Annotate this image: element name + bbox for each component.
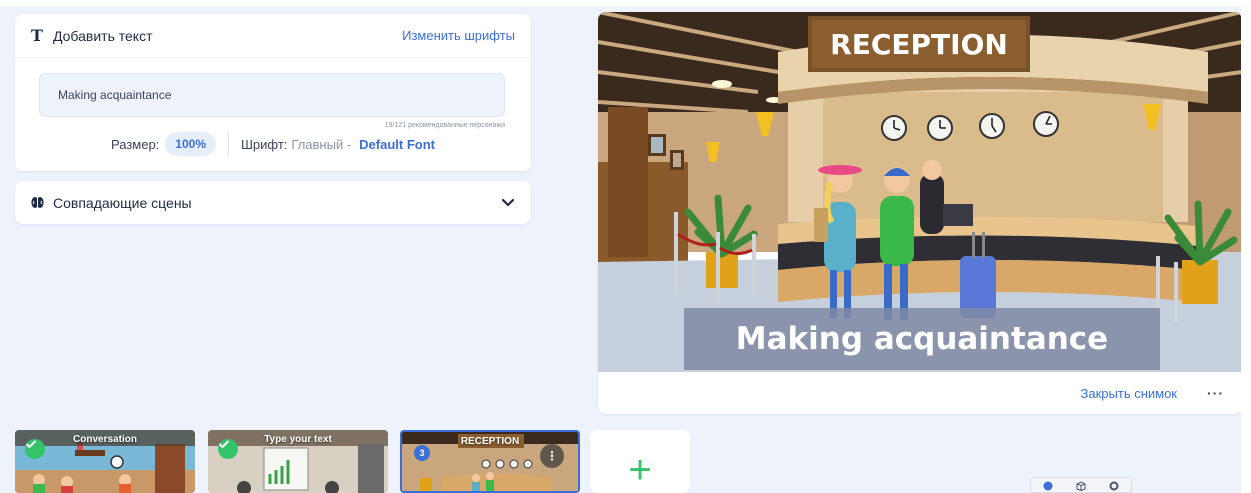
add-scene-button[interactable]: + bbox=[590, 430, 690, 493]
scene-thumbnail-2[interactable]: Type your text bbox=[208, 430, 388, 493]
text-icon: T bbox=[31, 26, 43, 45]
add-text-title: Добавить текст bbox=[53, 27, 153, 44]
add-text-panel: T Добавить текст Изменить шрифты 19/121 … bbox=[15, 14, 531, 171]
add-text-header: T Добавить текст Изменить шрифты bbox=[15, 14, 531, 58]
matching-scenes-panel[interactable]: Совпадающие сцены bbox=[15, 181, 531, 224]
scene-preview: RECEPTION Making acquaintance Закрыть сн… bbox=[598, 12, 1242, 414]
change-fonts-link[interactable]: Изменить шрифты bbox=[402, 28, 515, 43]
chevron-down-icon[interactable] bbox=[501, 198, 515, 207]
char-count: 19/121 рекомендованные персонажи bbox=[384, 122, 505, 129]
top-bar bbox=[0, 0, 1251, 6]
font-label: Шрифт: bbox=[241, 136, 288, 152]
brain-icon bbox=[31, 196, 53, 209]
check-icon bbox=[25, 439, 45, 459]
caption-text-input[interactable] bbox=[39, 73, 505, 117]
font-selector[interactable]: Default Font bbox=[359, 137, 435, 152]
thumbnail-menu-icon[interactable]: ⋮ bbox=[540, 444, 564, 468]
right-edge-strip bbox=[1241, 0, 1251, 493]
close-snapshot-button[interactable]: Закрыть снимок bbox=[1081, 386, 1177, 401]
matching-scenes-title: Совпадающие сцены bbox=[53, 194, 192, 211]
scene-number-badge: 3 bbox=[414, 445, 430, 461]
check-icon bbox=[218, 439, 238, 459]
more-options-icon[interactable]: ··· bbox=[1207, 385, 1224, 401]
reception-sign-text: RECEPTION bbox=[830, 28, 1008, 61]
plus-icon: + bbox=[628, 447, 652, 492]
preview-caption: Making acquaintance bbox=[736, 321, 1108, 357]
size-label: Размер: bbox=[111, 136, 160, 152]
cube-icon[interactable] bbox=[1076, 481, 1086, 491]
scene-thumbnail-1[interactable]: Conversation bbox=[15, 430, 195, 493]
scene-thumbnail-3[interactable]: RECEPTION 3 ⋮ bbox=[400, 430, 580, 493]
divider bbox=[228, 132, 229, 156]
user-icon[interactable] bbox=[1043, 481, 1053, 491]
preview-footer: Закрыть снимок ··· bbox=[598, 372, 1242, 414]
font-settings-row: Размер: 100% Шрифт: Главный - Default Fo… bbox=[15, 132, 531, 156]
font-type: Главный - bbox=[291, 136, 352, 152]
reception-scene-image: RECEPTION Making acquaintance bbox=[598, 12, 1242, 372]
settings-icon[interactable] bbox=[1109, 481, 1119, 491]
size-value-button[interactable]: 100% bbox=[165, 132, 216, 156]
floating-toolbar bbox=[1030, 477, 1132, 493]
